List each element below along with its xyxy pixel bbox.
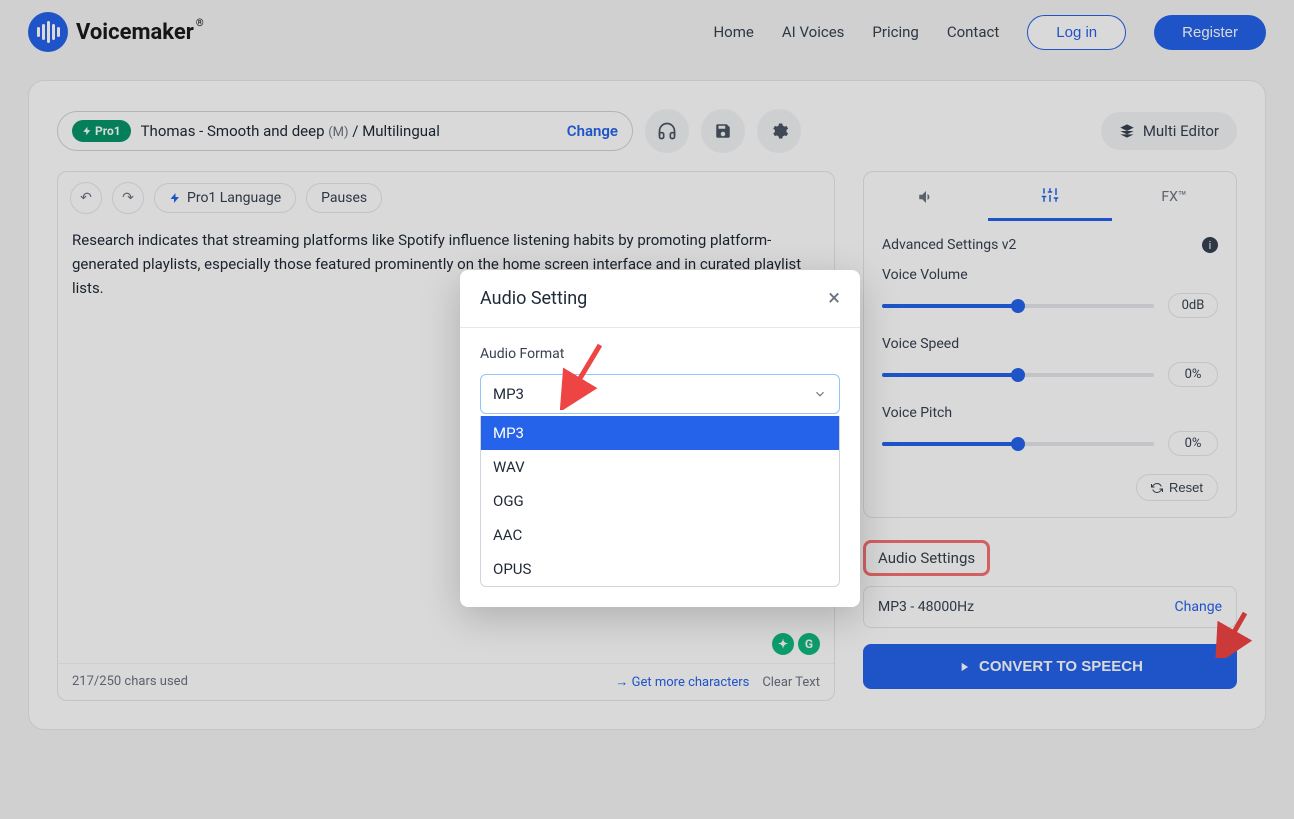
audio-setting-modal: Audio Setting × Audio Format MP3 MP3 WAV… <box>460 270 860 607</box>
audio-format-label: Audio Format <box>480 346 840 362</box>
option-opus[interactable]: OPUS <box>481 552 839 586</box>
option-wav[interactable]: WAV <box>481 450 839 484</box>
option-aac[interactable]: AAC <box>481 518 839 552</box>
chevron-down-icon <box>813 387 827 401</box>
option-ogg[interactable]: OGG <box>481 484 839 518</box>
close-icon[interactable]: × <box>828 286 840 311</box>
modal-title: Audio Setting <box>480 288 587 309</box>
option-mp3[interactable]: MP3 <box>481 416 839 450</box>
audio-format-select[interactable]: MP3 <box>480 374 840 414</box>
audio-format-dropdown: MP3 WAV OGG AAC OPUS <box>480 416 840 587</box>
annotation-arrow-icon <box>560 340 610 410</box>
